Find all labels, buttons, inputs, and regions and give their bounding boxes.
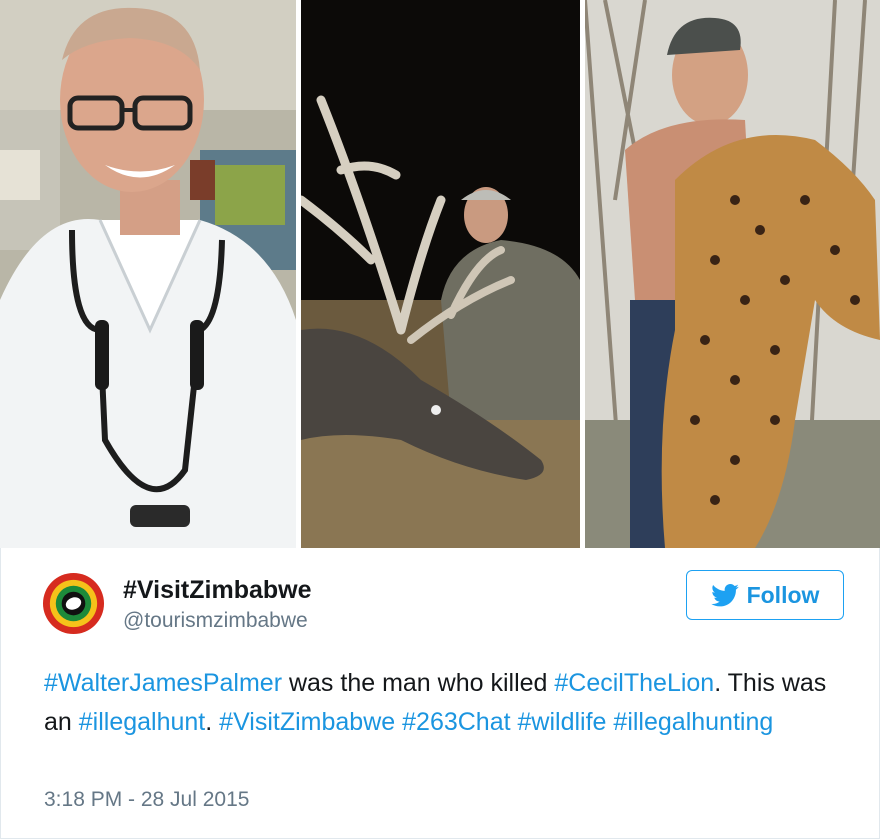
photo-hunter-leopard[interactable] bbox=[585, 0, 880, 548]
hashtag-link[interactable]: #wildlife bbox=[518, 708, 607, 736]
hashtag-link[interactable]: #illegalhunting bbox=[613, 708, 773, 736]
tweet-text-segment: . bbox=[205, 708, 220, 736]
tweet-text-segment bbox=[511, 708, 518, 736]
photo-man-portrait[interactable] bbox=[0, 0, 296, 548]
follow-button[interactable]: Follow bbox=[686, 570, 844, 620]
avatar[interactable] bbox=[42, 572, 105, 635]
account-name[interactable]: #VisitZimbabwe bbox=[123, 576, 312, 605]
hashtag-link[interactable]: #illegalhunt bbox=[79, 708, 206, 736]
photo-strip bbox=[0, 0, 880, 548]
tweet-card: #VisitZimbabwe @tourismzimbabwe Follow #… bbox=[0, 0, 880, 839]
tweet-text: #WalterJamesPalmer was the man who kille… bbox=[44, 664, 844, 742]
hashtag-link[interactable]: #263Chat bbox=[402, 708, 510, 736]
hashtag-link[interactable]: #CecilTheLion bbox=[554, 669, 714, 697]
twitter-bird-icon bbox=[710, 583, 739, 606]
tweet-body: #VisitZimbabwe @tourismzimbabwe Follow #… bbox=[0, 548, 880, 839]
account-handle[interactable]: @tourismzimbabwe bbox=[123, 609, 308, 633]
hashtag-link[interactable]: #VisitZimbabwe bbox=[219, 708, 395, 736]
timestamp[interactable]: 3:18 PM - 28 Jul 2015 bbox=[44, 788, 249, 812]
photo-hunter-elk[interactable] bbox=[301, 0, 580, 548]
tweet-text-segment: was the man who killed bbox=[282, 669, 555, 697]
hashtag-link[interactable]: #WalterJamesPalmer bbox=[44, 669, 282, 697]
follow-label: Follow bbox=[746, 581, 820, 608]
